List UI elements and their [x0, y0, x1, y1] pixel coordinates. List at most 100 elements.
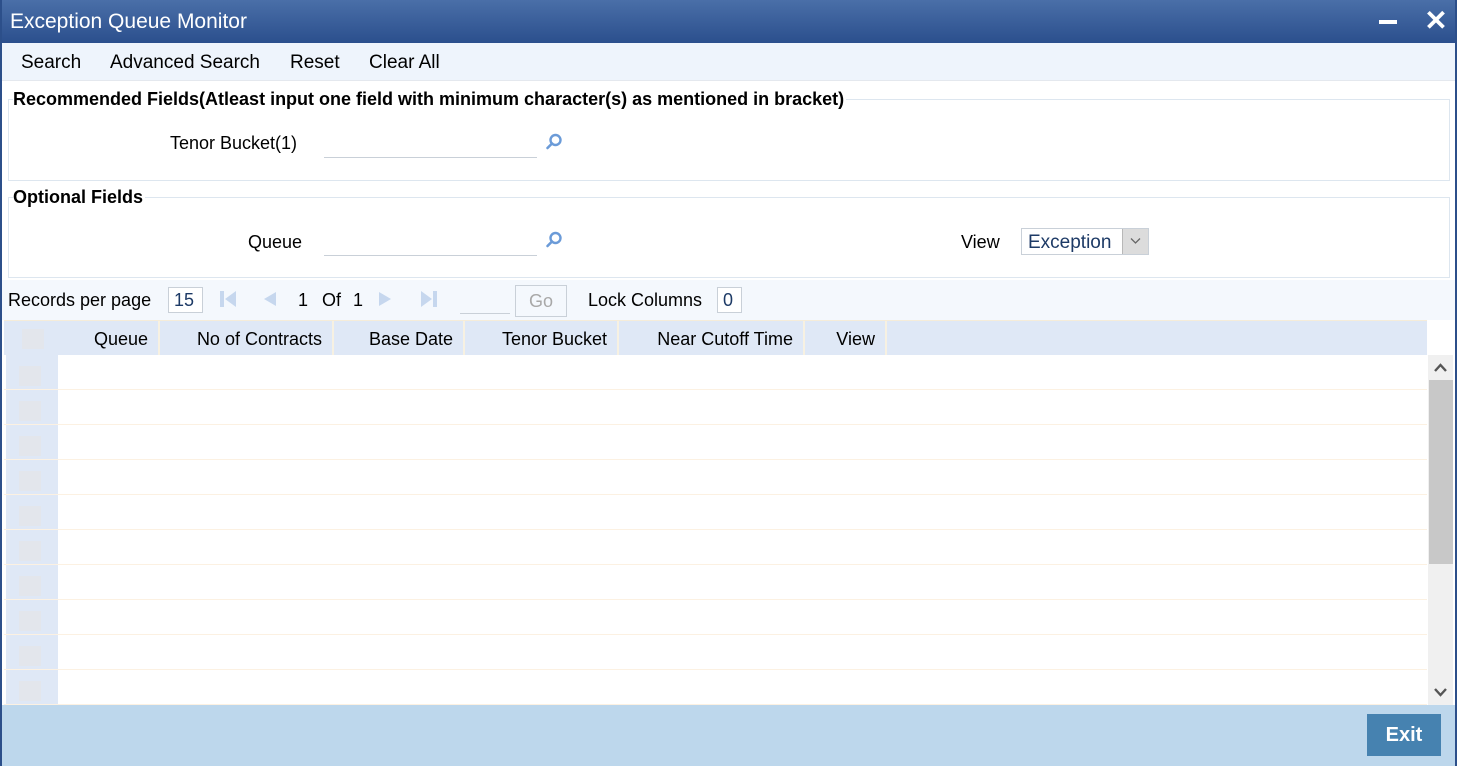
row-checkbox[interactable]: [19, 646, 41, 666]
table-cell: [805, 565, 887, 599]
table-cell: [619, 460, 805, 494]
table-cell: [334, 530, 465, 564]
records-per-page-input[interactable]: 15: [168, 287, 203, 313]
table-cell: [160, 670, 334, 704]
view-select-value: Exception: [1028, 232, 1112, 253]
row-select-cell[interactable]: [6, 355, 58, 389]
table-cell: [334, 495, 465, 529]
queue-search-icon[interactable]: [544, 230, 564, 250]
table-cell: [334, 425, 465, 459]
column-header-tenor-bucket[interactable]: Tenor Bucket: [465, 321, 619, 355]
row-checkbox[interactable]: [19, 436, 41, 456]
queue-label: Queue: [248, 232, 303, 252]
table-cell: [805, 600, 887, 634]
row-select-cell[interactable]: [6, 495, 58, 529]
table-row[interactable]: [4, 495, 1427, 530]
row-select-cell[interactable]: [6, 390, 58, 424]
queue-input[interactable]: [324, 230, 537, 256]
table-row[interactable]: [4, 460, 1427, 495]
row-checkbox[interactable]: [19, 611, 41, 631]
select-all-cell[interactable]: [6, 322, 58, 355]
reset-button[interactable]: Reset: [290, 52, 340, 74]
exit-button[interactable]: Exit: [1367, 714, 1441, 756]
go-button[interactable]: Go: [515, 285, 567, 317]
select-all-checkbox[interactable]: [22, 329, 44, 349]
recommended-fields-legend: Recommended Fields(Atleast input one fie…: [13, 89, 847, 110]
tenor-bucket-input[interactable]: [324, 132, 537, 158]
table-cell: [465, 600, 619, 634]
tenor-bucket-search-icon[interactable]: [544, 132, 564, 152]
column-header-view[interactable]: View: [805, 321, 887, 355]
column-header-near-cutoff-time[interactable]: Near Cutoff Time: [619, 321, 805, 355]
vertical-scrollbar[interactable]: [1428, 355, 1453, 705]
records-per-page-label: Records per page: [8, 290, 152, 310]
column-header-no-of-contracts[interactable]: No of Contracts: [160, 321, 334, 355]
row-checkbox[interactable]: [19, 366, 41, 386]
close-icon[interactable]: ✕: [1422, 6, 1450, 36]
scroll-down-icon[interactable]: [1428, 680, 1453, 705]
row-checkbox[interactable]: [19, 541, 41, 561]
table-cell: [160, 530, 334, 564]
table-cell: [160, 565, 334, 599]
table-cell: [60, 390, 160, 424]
table-cell: [60, 355, 160, 389]
table-row[interactable]: [4, 355, 1427, 390]
table-cell: [619, 495, 805, 529]
table-row[interactable]: [4, 565, 1427, 600]
table-row[interactable]: [4, 390, 1427, 425]
table-cell: [805, 425, 887, 459]
table-row[interactable]: [4, 635, 1427, 670]
table-row[interactable]: [4, 530, 1427, 565]
table-cell: [60, 635, 160, 669]
row-select-cell[interactable]: [6, 600, 58, 634]
row-select-cell[interactable]: [6, 635, 58, 669]
clear-all-button[interactable]: Clear All: [369, 52, 440, 74]
view-label: View: [961, 232, 1000, 252]
minimize-icon[interactable]: [1379, 20, 1397, 24]
view-select[interactable]: Exception: [1021, 228, 1149, 255]
row-checkbox[interactable]: [19, 401, 41, 421]
table-cell: [60, 600, 160, 634]
table-cell: [334, 565, 465, 599]
total-pages: 1: [353, 290, 364, 310]
row-checkbox[interactable]: [19, 506, 41, 526]
next-page-icon[interactable]: [378, 290, 394, 313]
title-bar: Exception Queue Monitor ✕: [2, 0, 1455, 43]
previous-page-icon[interactable]: [261, 290, 277, 313]
advanced-search-button[interactable]: Advanced Search: [110, 52, 260, 74]
row-select-cell[interactable]: [6, 530, 58, 564]
table-cell: [160, 495, 334, 529]
toolbar: Search Advanced Search Reset Clear All: [2, 43, 1455, 81]
table-cell: [805, 530, 887, 564]
table-row[interactable]: [4, 425, 1427, 460]
row-checkbox[interactable]: [19, 681, 41, 701]
last-page-icon[interactable]: [420, 290, 438, 313]
table-cell: [619, 600, 805, 634]
grid-header: Queue No of Contracts Base Date Tenor Bu…: [4, 320, 1427, 355]
optional-fields-legend: Optional Fields: [13, 187, 146, 208]
chevron-down-icon[interactable]: [1122, 229, 1148, 254]
table-cell: [619, 565, 805, 599]
first-page-icon[interactable]: [219, 290, 237, 313]
row-select-cell[interactable]: [6, 460, 58, 494]
table-cell: [805, 390, 887, 424]
lock-columns-input[interactable]: 0: [717, 287, 742, 313]
column-header-queue[interactable]: Queue: [60, 321, 160, 355]
table-cell: [465, 495, 619, 529]
scroll-up-icon[interactable]: [1428, 355, 1453, 380]
row-checkbox[interactable]: [19, 576, 41, 596]
goto-page-input[interactable]: [460, 288, 510, 314]
table-row[interactable]: [4, 670, 1427, 705]
row-select-cell[interactable]: [6, 565, 58, 599]
scrollbar-thumb[interactable]: [1429, 380, 1453, 564]
column-header-base-date[interactable]: Base Date: [334, 321, 465, 355]
search-button[interactable]: Search: [21, 52, 81, 74]
row-select-cell[interactable]: [6, 425, 58, 459]
table-row[interactable]: [4, 600, 1427, 635]
row-select-cell[interactable]: [6, 670, 58, 704]
row-checkbox[interactable]: [19, 471, 41, 491]
table-cell: [619, 425, 805, 459]
of-label: Of: [322, 290, 342, 310]
table-cell: [334, 460, 465, 494]
current-page: 1: [298, 290, 309, 310]
